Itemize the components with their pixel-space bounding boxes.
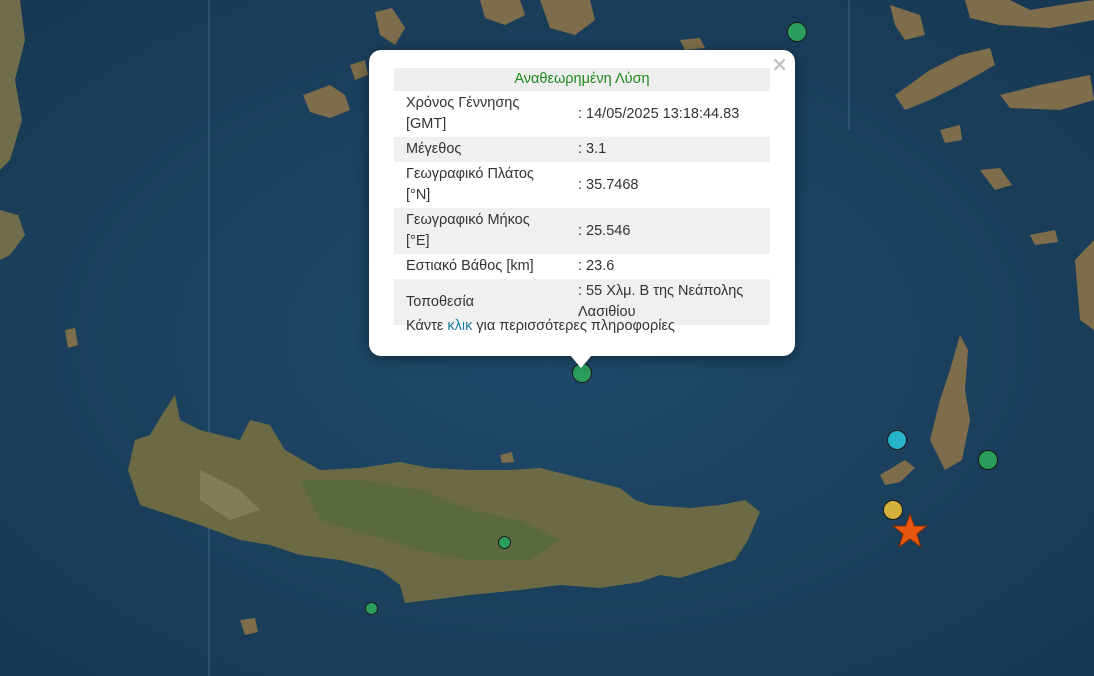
close-icon[interactable]: ×: [771, 54, 788, 74]
popup-title: Αναθεωρημένη Λύση: [394, 68, 770, 91]
row-label: Γεωγραφικό Μήκος [°E]: [394, 208, 566, 254]
latest-event-star-icon[interactable]: [892, 513, 928, 549]
event-details-table: Χρόνος Γέννησης [GMT] : 14/05/2025 13:18…: [394, 91, 770, 325]
table-row: Μέγεθος : 3.1: [394, 137, 770, 162]
row-label: Εστιακό Βάθος [km]: [406, 258, 534, 274]
row-value: : 14/05/2025 13:18:44.83: [578, 105, 740, 122]
row-label: Γεωγραφικό Πλάτος [°N]: [406, 166, 534, 203]
footer-prefix: Κάντε: [406, 318, 444, 334]
table-row: Χρόνος Γέννησης [GMT] : 14/05/2025 13:18…: [394, 91, 770, 137]
row-value: : 23.6: [578, 258, 615, 274]
row-label: Μέγεθος: [394, 137, 566, 162]
row-value: : 25.546: [566, 208, 770, 254]
footer-suffix: για περισσότερες πληροφορίες: [476, 318, 675, 334]
row-value: : 35.7468: [578, 176, 639, 193]
event-marker-north[interactable]: [787, 22, 807, 42]
table-row: Γεωγραφικό Μήκος [°E] : 25.546: [394, 208, 770, 254]
popup-pointer: [570, 355, 592, 368]
row-value: : 3.1: [566, 137, 770, 162]
event-marker-southwest[interactable]: [365, 602, 378, 615]
popup-footer: Κάντε κλικ για περισσότερες πληροφορίες: [406, 318, 675, 334]
event-marker-east[interactable]: [978, 450, 998, 470]
row-label: Χρόνος Γέννησης [GMT]: [406, 95, 520, 132]
table-row: Εστιακό Βάθος [km] : 23.6: [394, 254, 770, 279]
event-marker-crete[interactable]: [498, 536, 511, 549]
more-info-link[interactable]: κλικ: [447, 318, 472, 334]
table-row: Γεωγραφικό Πλάτος [°N] : 35.7468: [394, 162, 770, 208]
event-info-popup: × Αναθεωρημένη Λύση Χρόνος Γέννησης [GMT…: [369, 50, 795, 356]
event-marker-cyan[interactable]: [887, 430, 907, 450]
